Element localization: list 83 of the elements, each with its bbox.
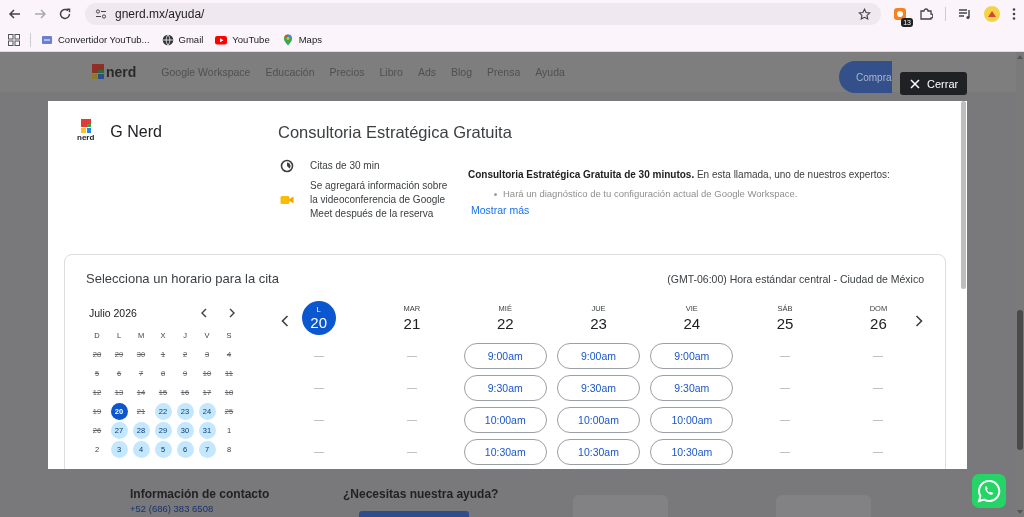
time-slot-button[interactable]: 10:30am [650,439,734,465]
scrollbar-thumb[interactable] [1017,310,1023,450]
url-text: gnerd.mx/ayuda/ [115,7,205,21]
time-slot-button[interactable]: 10:00am [650,407,734,433]
detail-text: Se agregará información sobre la videoconferencia de Google Meet después de la reserva [310,179,448,221]
chat-button[interactable] [972,474,1006,508]
time-slot-button[interactable]: 10:00am [463,407,547,433]
clock-icon [280,159,294,173]
extension-icon[interactable] [893,7,907,21]
unavailable-dash [780,355,791,357]
organizer-name: G Nerd [110,123,162,141]
time-slot-button[interactable]: 9:00am [557,343,641,369]
unavailable-dash [780,387,791,389]
date-number: 25 [776,315,794,332]
bookmark-link[interactable]: Gmail [161,33,204,46]
time-slot-button[interactable]: 9:00am [650,343,734,369]
menu-icon[interactable] [1012,7,1016,21]
media-control-icon[interactable] [958,7,972,21]
chevron-right-icon[interactable] [915,315,923,327]
bookmark-link[interactable]: Maps [281,33,322,46]
unavailable-dash [873,451,884,453]
unavailable-dash [780,419,791,421]
unavailable-dash [406,355,417,357]
date-number: 24 [683,315,701,332]
site-info-icon[interactable] [95,8,107,20]
scrollbar-thumb[interactable] [961,101,966,289]
date-number: 22 [496,315,514,332]
unavailable-dash [873,387,884,389]
date-number: 23 [590,315,607,332]
address-bar[interactable]: gnerd.mx/ayuda/ [85,3,881,25]
profile-avatar-icon[interactable] [984,6,1000,22]
help-heading: ¿Necesitas nuestra ayuda? [343,486,500,501]
back-arrow-icon[interactable] [8,7,22,21]
buy-button[interactable]: Compra [839,61,892,93]
chevron-right-icon[interactable] [228,308,236,318]
bookmark-link[interactable]: Convertidor YouTub... [41,33,150,46]
chat-bubble-icon [977,479,1001,503]
contact-heading: Información de contacto [130,486,271,501]
date-number: 26 [870,315,887,332]
unavailable-dash [406,419,417,421]
description-text: Consultoria Estratégica Gratuita de 30 minutos. En esta llamada, uno de nuestros expertos: [468,169,891,180]
timezone-label: (GMT-06:00) Hora estándar central - Ciudad de México [667,272,924,285]
puzzle-icon[interactable] [919,7,933,21]
video-camera-icon [280,193,294,207]
bullet-icon [494,192,497,196]
time-slot-button[interactable]: 10:30am [463,439,547,465]
logo-mark-icon [79,119,92,133]
star-icon[interactable] [858,7,871,21]
unavailable-dash [406,451,417,453]
time-slot-button[interactable]: 9:00am [463,343,547,369]
video-play-icon [215,33,228,46]
bookmark-link[interactable]: YouTube [215,33,270,46]
logo-text: nerd [106,64,137,80]
description-bullet: Hará un diagnóstico de tu configuración actual de Google Workspace. [503,188,798,200]
unavailable-dash [313,451,324,453]
scheduler-heading: Selecciona un horario para la cita [86,271,279,286]
globe-icon [161,33,174,46]
close-icon [910,78,920,89]
unavailable-dash [406,387,417,389]
time-slot-button[interactable]: 10:30am [557,439,641,465]
chevron-left-icon[interactable] [200,308,208,318]
month-label: Julio 2026 [89,307,137,319]
unavailable-dash [873,419,884,421]
logo-text: nerd [77,133,95,142]
unavailable-dash [313,387,324,389]
close-button[interactable]: Cerrar [900,72,967,95]
unavailable-dash [313,419,324,421]
logo-mark-icon [92,64,104,80]
time-slot-button[interactable]: 9:30am [463,375,547,401]
chevron-left-icon[interactable] [281,315,289,327]
map-pin-icon [281,33,294,46]
time-slot-button[interactable]: 10:00am [557,407,641,433]
time-slot-button[interactable]: 9:30am [557,375,641,401]
time-slot-button[interactable]: 9:30am [650,375,734,401]
apps-grid-icon[interactable] [8,33,20,46]
unavailable-dash [873,355,884,357]
unavailable-dash [313,355,324,357]
date-number: 21 [403,315,421,332]
show-more-link[interactable]: Mostrar más [471,204,530,216]
event-title: Consultoria Estratégica Gratuita [278,123,513,142]
reload-icon[interactable] [58,7,72,21]
unavailable-dash [780,451,791,453]
detail-text: Citas de 30 min [310,159,381,173]
